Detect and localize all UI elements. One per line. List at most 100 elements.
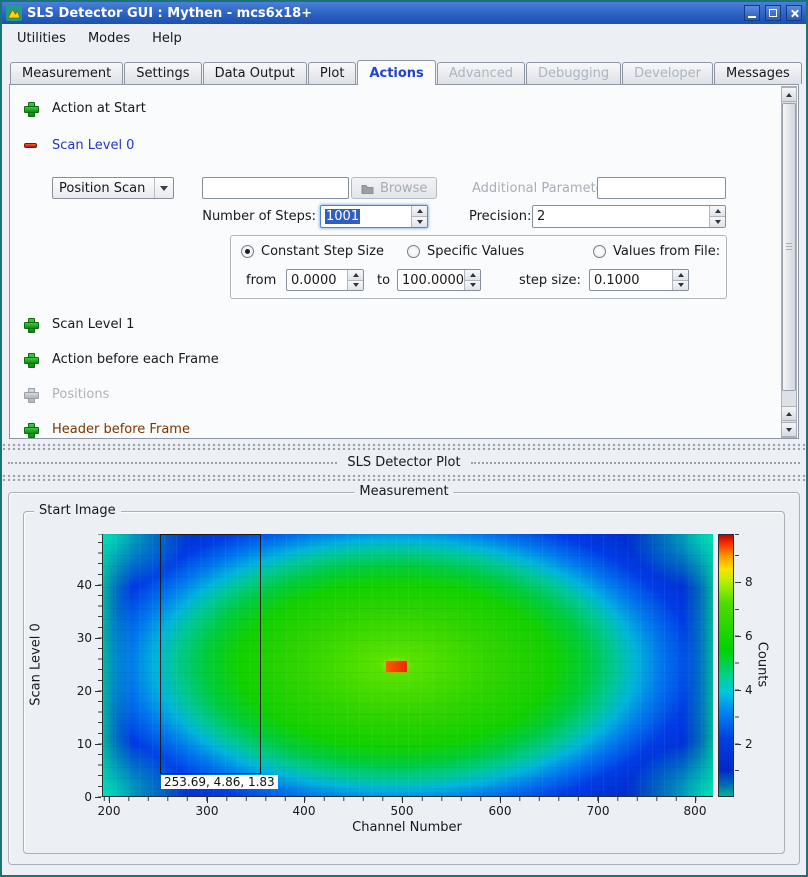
scroll-down-icon: [786, 428, 792, 432]
spin-down-button[interactable]: [348, 280, 363, 291]
tab-actions[interactable]: Actions: [357, 60, 435, 85]
positions-row: Positions: [24, 387, 109, 402]
spin-up-button[interactable]: [465, 270, 480, 280]
x-major-tick: [402, 797, 403, 803]
spin-up-button[interactable]: [412, 206, 427, 216]
scroll-up-button-2[interactable]: [782, 406, 796, 421]
additional-parameter-input[interactable]: [597, 177, 726, 199]
radio-specific-values[interactable]: Specific Values: [407, 244, 524, 259]
radio-file-label: Values from File:: [613, 244, 720, 259]
close-button[interactable]: [786, 5, 802, 21]
number-of-steps-spinbox[interactable]: 1001: [320, 205, 428, 228]
action-at-start-row[interactable]: Action at Start: [24, 101, 146, 116]
precision-label: Precision:: [469, 209, 531, 224]
y-tick-label: 0: [54, 790, 92, 804]
spin-up-button[interactable]: [710, 206, 725, 216]
precision-value: 2: [533, 206, 709, 227]
spin-down-button[interactable]: [710, 216, 725, 227]
scan-mode-value: Position Scan: [53, 181, 154, 196]
precision-spinbox[interactable]: 2: [532, 205, 726, 228]
spin-down-button[interactable]: [465, 280, 480, 291]
app-window: SLS Detector GUI : Mythen - mcs6x18+ Uti…: [0, 0, 808, 877]
spin-up-button[interactable]: [673, 270, 688, 280]
radio-icon[interactable]: [407, 245, 420, 258]
y-tick-label: 10: [54, 737, 92, 751]
maximize-button[interactable]: [765, 5, 781, 21]
actions-panel: Action at Start Scan Level 0 Position Sc…: [9, 84, 799, 439]
heatmap-canvas[interactable]: 253.69, 4.86, 1.83: [102, 534, 713, 797]
collapse-minus-icon[interactable]: [24, 143, 37, 148]
splitter-handle-bottom[interactable]: [2, 474, 806, 481]
titlebar[interactable]: SLS Detector GUI : Mythen - mcs6x18+: [2, 2, 806, 24]
z-tick-label: 8: [745, 575, 765, 589]
spin-up-button[interactable]: [348, 270, 363, 280]
spin-up-icon: [715, 209, 721, 213]
from-spinbox[interactable]: 0.0000: [286, 269, 364, 291]
minimize-icon: [748, 16, 756, 18]
start-image-groupbox: Start Image Scan Level 0 0 10 20 30 40 2…: [23, 511, 785, 854]
expand-plus-icon-disabled: [24, 388, 37, 401]
minimize-button[interactable]: [744, 5, 760, 21]
menu-utilities[interactable]: Utilities: [7, 27, 76, 50]
header-before-frame-row[interactable]: Header before Frame: [24, 422, 190, 437]
scan-file-input[interactable]: [202, 177, 349, 199]
scroll-down-button[interactable]: [782, 422, 796, 437]
heatmap-peak: [386, 661, 407, 672]
radio-icon[interactable]: [241, 245, 254, 258]
scan-level-1-row[interactable]: Scan Level 1: [24, 317, 134, 332]
scan-level-1-label: Scan Level 1: [52, 317, 134, 332]
dock-dotted-line: [471, 462, 800, 464]
radio-constant-step-size[interactable]: Constant Step Size: [241, 244, 384, 259]
radio-icon[interactable]: [593, 245, 606, 258]
from-label: from: [246, 273, 276, 288]
expand-plus-icon[interactable]: [24, 318, 37, 331]
step-size-label: step size:: [519, 273, 581, 288]
action-before-each-frame-row[interactable]: Action before each Frame: [24, 352, 219, 367]
scroll-up-button[interactable]: [782, 87, 796, 102]
z-tick-label: 2: [745, 737, 765, 751]
spin-up-icon: [678, 273, 684, 277]
spin-down-button[interactable]: [412, 216, 427, 227]
spin-down-button[interactable]: [673, 280, 688, 291]
x-tick-label: 400: [284, 804, 324, 818]
radio-values-from-file[interactable]: Values from File:: [593, 244, 720, 259]
positions-label: Positions: [52, 387, 109, 402]
x-major-tick: [695, 797, 696, 803]
expand-plus-icon[interactable]: [24, 423, 37, 436]
plot-dock-header[interactable]: SLS Detector Plot: [2, 452, 806, 473]
x-tick-label: 800: [675, 804, 715, 818]
menu-bar: Utilities Modes Help: [2, 24, 806, 52]
x-major-tick: [109, 797, 110, 803]
x-tick-label: 600: [480, 804, 520, 818]
from-value: 0.0000: [287, 270, 347, 290]
tab-measurement[interactable]: Measurement: [10, 62, 123, 84]
tab-messages[interactable]: Messages: [714, 62, 802, 84]
spin-down-icon: [417, 220, 423, 224]
scan-mode-combobox[interactable]: Position Scan: [52, 177, 174, 199]
expand-plus-icon[interactable]: [24, 353, 37, 366]
scrollbar-thumb[interactable]: [782, 103, 796, 391]
tab-settings[interactable]: Settings: [124, 62, 201, 84]
menu-help[interactable]: Help: [142, 27, 192, 50]
step-size-spinbox[interactable]: 0.1000: [589, 269, 689, 291]
radio-constant-label: Constant Step Size: [261, 244, 384, 259]
to-spinbox[interactable]: 100.0000: [397, 269, 481, 291]
menu-modes[interactable]: Modes: [78, 27, 140, 50]
vertical-scrollbar[interactable]: [781, 86, 797, 438]
tab-plot[interactable]: Plot: [308, 62, 357, 84]
combo-arrow-section[interactable]: [154, 178, 173, 198]
spin-down-icon: [353, 283, 359, 287]
tab-bar: Measurement Settings Data Output Plot Ac…: [10, 60, 803, 84]
splitter-handle-top[interactable]: [2, 443, 806, 450]
expand-plus-icon[interactable]: [24, 102, 37, 115]
scan-level-0-row[interactable]: Scan Level 0: [24, 138, 134, 153]
step-size-groupbox: Constant Step Size Specific Values Value…: [230, 235, 727, 299]
x-major-tick: [598, 797, 599, 803]
spin-down-icon: [715, 220, 721, 224]
x-tick-label: 300: [187, 804, 227, 818]
spin-down-icon: [470, 283, 476, 287]
spin-up-icon: [417, 209, 423, 213]
scroll-up-icon: [786, 412, 792, 416]
tab-data-output[interactable]: Data Output: [203, 62, 307, 84]
tab-advanced: Advanced: [437, 62, 525, 84]
